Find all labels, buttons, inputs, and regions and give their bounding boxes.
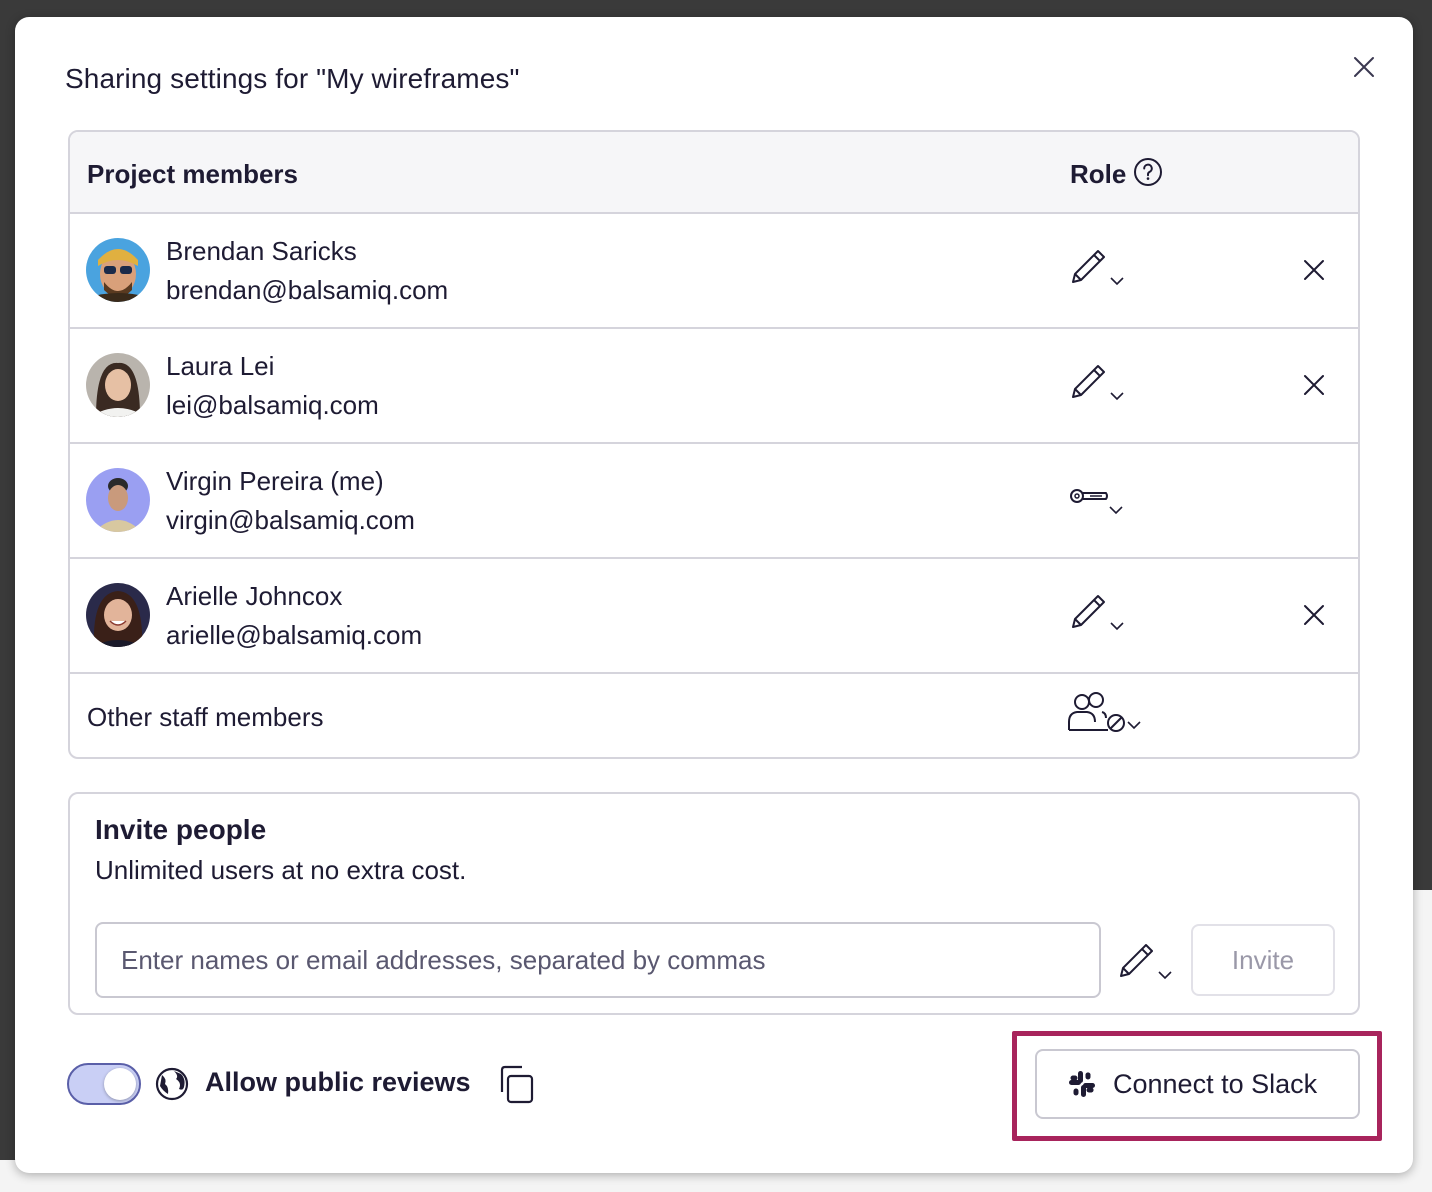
pencil-icon [1072, 250, 1124, 286]
member-email: lei@balsamiq.com [166, 390, 379, 420]
copy-icon [500, 1065, 534, 1104]
table-header: Project members Role [70, 132, 1358, 214]
staff-role-dropdown[interactable] [1066, 688, 1150, 738]
invite-people-panel: Invite people Unlimited users at no extr… [68, 792, 1360, 1015]
sharing-settings-dialog: Sharing settings for "My wireframes" Pro… [15, 17, 1413, 1173]
connect-to-slack-label: Connect to Slack [1113, 1068, 1318, 1099]
invite-subtitle: Unlimited users at no extra cost. [95, 855, 467, 885]
avatar [86, 583, 150, 647]
remove-member-button[interactable] [1300, 256, 1328, 284]
role-dropdown[interactable] [1068, 244, 1132, 294]
role-dropdown[interactable] [1068, 359, 1132, 409]
member-row: Arielle Johncox arielle@balsamiq.com [70, 559, 1358, 674]
toggle-knob [104, 1068, 136, 1100]
help-icon[interactable] [1133, 157, 1163, 187]
dialog-title: Sharing settings for "My wireframes" [65, 63, 520, 94]
allow-public-reviews-label: Allow public reviews [205, 1067, 471, 1097]
close-button[interactable] [1348, 51, 1380, 83]
other-staff-row: Other staff members [70, 674, 1358, 757]
staff-no-access-icon [1068, 692, 1141, 732]
pencil-icon [1072, 595, 1124, 631]
member-email: arielle@balsamiq.com [166, 620, 423, 650]
invite-input[interactable] [95, 922, 1101, 998]
invite-role-dropdown[interactable] [1116, 938, 1180, 988]
member-row: Brendan Saricks brendan@balsamiq.com [70, 214, 1358, 329]
member-row: Laura Lei lei@balsamiq.com [70, 329, 1358, 444]
role-dropdown[interactable] [1068, 589, 1132, 639]
public-reviews-toggle[interactable] [67, 1063, 141, 1105]
avatar [86, 468, 150, 532]
slack-icon [1069, 1071, 1095, 1097]
member-name: Laura Lei [166, 351, 275, 381]
members-table: Project members Role Brendan Saricks bre… [68, 130, 1360, 759]
pencil-icon [1072, 365, 1124, 401]
member-row: Virgin Pereira (me) virgin@balsamiq.com [70, 444, 1358, 559]
member-name: Brendan Saricks [166, 236, 357, 266]
avatar [86, 238, 150, 302]
member-name: Virgin Pereira (me) [166, 466, 384, 496]
member-email: brendan@balsamiq.com [166, 275, 449, 305]
remove-member-button[interactable] [1300, 371, 1328, 399]
close-icon [1354, 57, 1374, 77]
close-icon [1304, 605, 1324, 625]
remove-member-button[interactable] [1300, 601, 1328, 629]
pencil-icon [1120, 944, 1172, 980]
key-icon [1070, 489, 1123, 515]
member-email: virgin@balsamiq.com [166, 505, 415, 535]
header-project-members: Project members [87, 159, 298, 189]
connect-to-slack-button[interactable]: Connect to Slack [1035, 1049, 1360, 1119]
member-name: Arielle Johncox [166, 581, 343, 611]
close-icon [1304, 260, 1324, 280]
header-role: Role [1070, 159, 1127, 189]
invite-button[interactable]: Invite [1191, 924, 1335, 996]
other-staff-label: Other staff members [87, 702, 324, 732]
avatar [86, 353, 150, 417]
role-dropdown[interactable] [1068, 474, 1132, 524]
copy-link-button[interactable] [496, 1064, 536, 1104]
globe-icon [155, 1067, 189, 1101]
close-icon [1304, 375, 1324, 395]
invite-title: Invite people [95, 814, 267, 845]
